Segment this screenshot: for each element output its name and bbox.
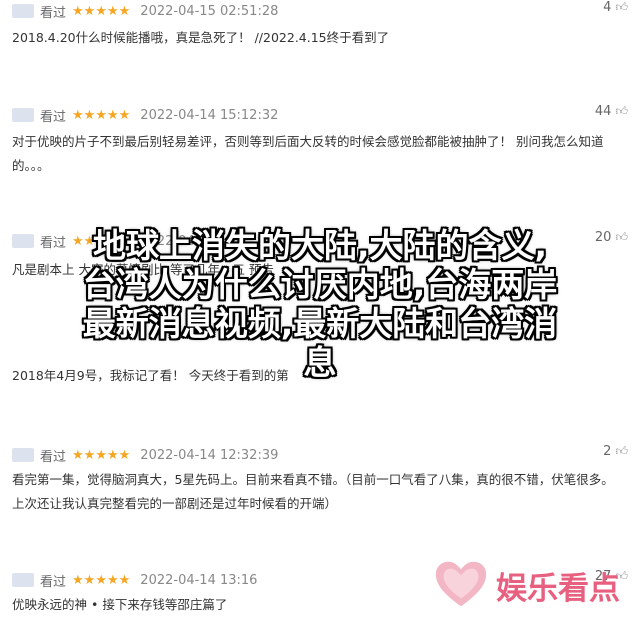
review-date: 2022-04-14 12:32:39 [140,447,279,463]
avatar[interactable] [12,108,34,122]
review-date: 2022-04-15 02:51:28 [140,3,279,19]
like-button[interactable]: 4 👍︎ [603,0,628,15]
rating-stars: ★★★★★ [72,572,131,588]
review-text: 看完第一集，觉得脑洞真大，5星先码上。目前来看真不错。（目前一口气看了八集，真的… [12,472,614,511]
review-status: 看过 [40,5,67,21]
rating-stars: ★★★★★ [72,107,131,123]
review-text: 对于优映的片子不到最后别轻易差评，否则等到后面大反转的时候会感觉脸都能被抽肿了！… [12,134,604,173]
heart-logo-icon [435,561,487,607]
overlay-headline: 地球上消失的大陆,大陆的含义, 台湾人为什么讨厌内地,台海两岸 最新消息视频,最… [0,226,640,382]
like-count: 44 [594,104,612,119]
logo-text: 娱乐看点 [496,570,620,607]
like-button[interactable]: 44 👍︎ [595,104,628,119]
review-text: 2018.4.20什么时候能播哦，真是急死了！ //2022.4.15终于看到了 [12,30,390,45]
overlay-line: 息 [303,343,337,382]
rating-stars: ★★★★★ [72,447,131,463]
overlay-line: 台湾人为什么讨厌内地,台海两岸 [82,265,558,304]
thumbs-up-icon: 👍︎ [615,104,628,118]
like-count: 4 [603,0,612,15]
avatar[interactable] [12,448,34,462]
thumbs-up-icon: 👍︎ [615,444,628,458]
like-count: 2 [603,444,612,459]
review-status: 看过 [40,574,67,590]
rating-stars: ★★★★★ [72,3,131,19]
review-header: 看过 ★★★★★ 2022-04-14 12:32:39 2 👍︎ [12,444,632,466]
review-date: 2022-04-14 15:12:32 [140,107,279,123]
review-header: 看过 ★★★★★ 2022-04-15 02:51:28 4 👍︎ [12,0,632,22]
like-button[interactable]: 2 👍︎ [603,444,628,459]
overlay-line: 最新消息视频,最新大陆和台湾消 [82,304,558,343]
review-header: 看过 ★★★★★ 2022-04-14 15:12:32 44 👍︎ [12,104,632,126]
watermark-logo: 娱乐看点 [432,556,620,614]
review-status: 看过 [40,109,67,125]
avatar[interactable] [12,4,34,18]
review-status: 看过 [40,449,67,465]
review-date: 2022-04-14 13:16 [140,572,258,588]
avatar[interactable] [12,573,34,587]
overlay-line: 地球上消失的大陆,大陆的含义, [92,226,548,265]
thumbs-up-icon: 👍︎ [615,0,628,14]
